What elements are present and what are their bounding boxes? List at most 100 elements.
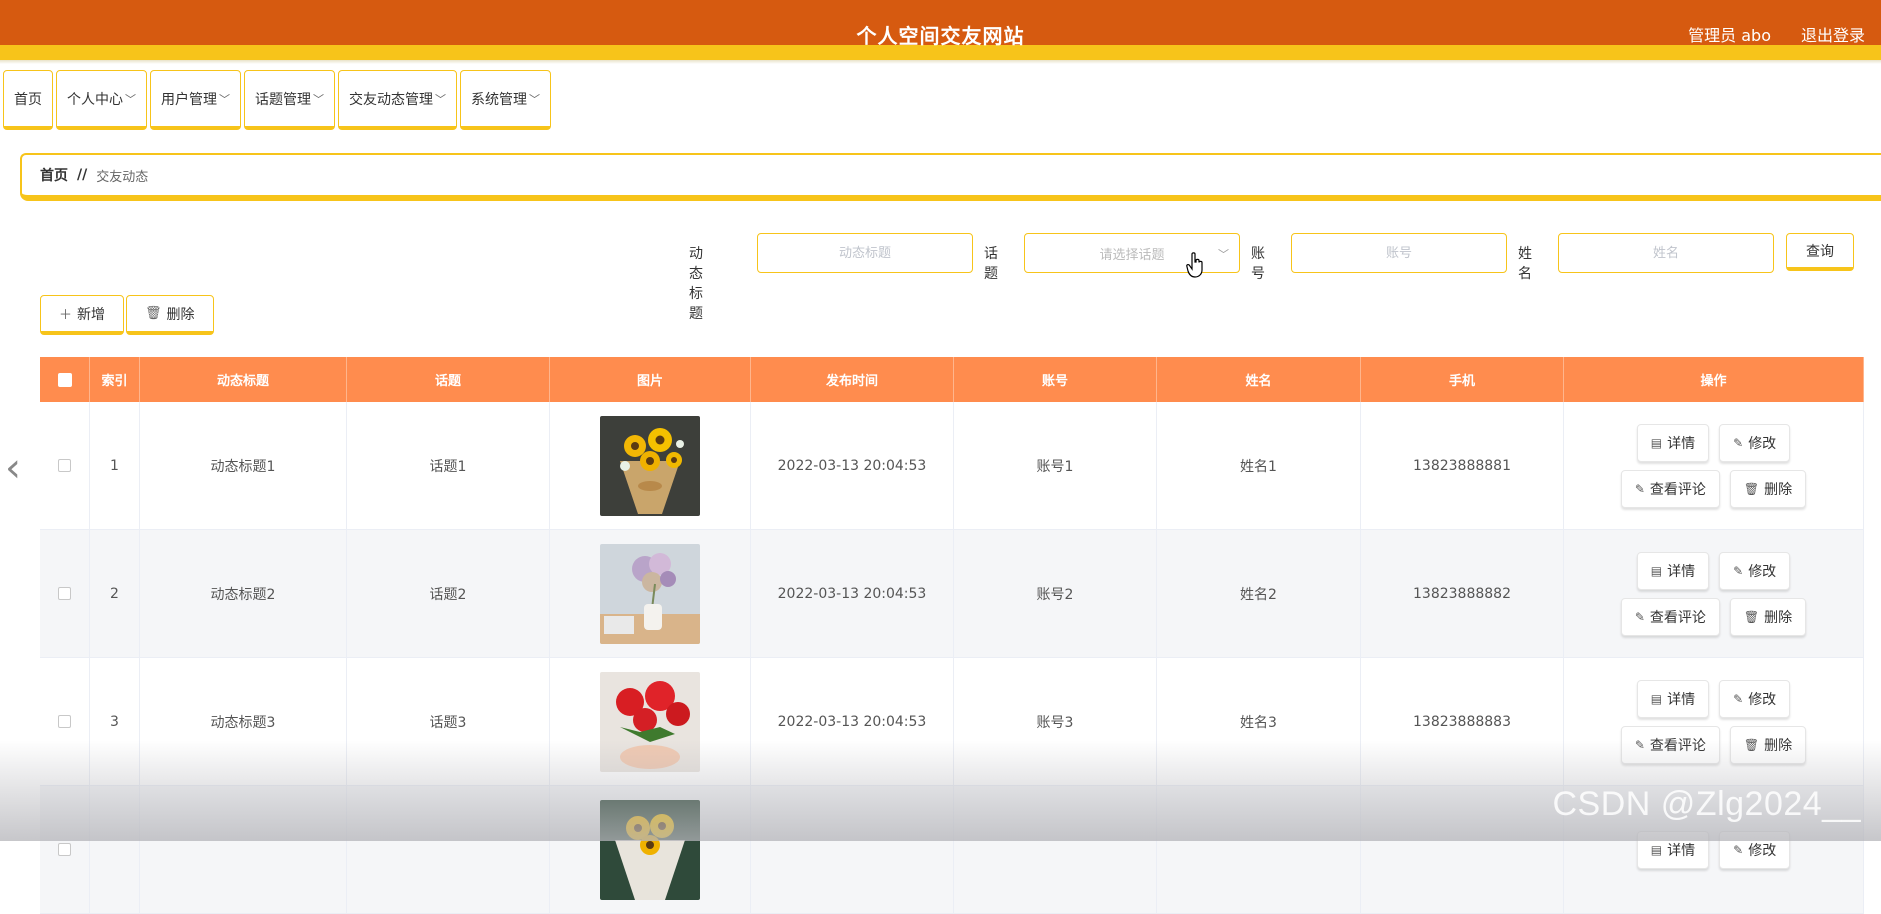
image-cell xyxy=(550,530,751,657)
topic-search-label: 话题 xyxy=(984,246,998,282)
phone-cell: 13823888881 xyxy=(1361,402,1564,529)
title-cell: 动态标题3 xyxy=(140,658,347,785)
column-header: 动态标题 xyxy=(140,357,347,402)
edit-button[interactable]: ✎ 修改 xyxy=(1719,679,1791,718)
title-search-field xyxy=(757,233,973,273)
column-header: 话题 xyxy=(347,357,550,402)
row-checkbox[interactable] xyxy=(58,587,71,600)
topic-cell: 话题2 xyxy=(347,530,550,657)
menu-item-system-management[interactable]: 系统管理 ﹀ xyxy=(460,70,551,130)
name-cell: 姓名2 xyxy=(1157,530,1361,657)
table-row: 3 动态标题3 话题3 2022-03-13 20:04:53 账号3 姓名3 … xyxy=(40,658,1864,786)
bulk-delete-button[interactable]: 🗑 删除 xyxy=(126,295,214,335)
name-cell xyxy=(1157,786,1361,913)
bulk-delete-label: 删除 xyxy=(166,306,195,323)
edit-button[interactable]: ✎ 修改 xyxy=(1719,423,1791,462)
account-search-input[interactable] xyxy=(1292,244,1506,262)
row-select-cell xyxy=(40,786,90,913)
document-icon: ▤ xyxy=(1650,563,1663,578)
view-comments-button[interactable]: ✎ 查看评论 xyxy=(1620,597,1720,636)
chevron-down-icon: ﹀ xyxy=(219,92,230,106)
row-checkbox[interactable] xyxy=(58,715,71,728)
select-all-checkbox[interactable] xyxy=(57,372,72,387)
trash-icon: 🗑 xyxy=(1743,609,1760,624)
index-cell: 1 xyxy=(90,402,140,529)
view-comments-button[interactable]: ✎ 查看评论 xyxy=(1620,469,1720,508)
breadcrumb-current: 交友动态 xyxy=(96,169,149,185)
detail-button[interactable]: ▤ 详情 xyxy=(1636,423,1710,462)
edit-label: 修改 xyxy=(1748,691,1777,708)
row-delete-button[interactable]: 🗑 删除 xyxy=(1729,469,1807,508)
account-cell: 账号2 xyxy=(954,530,1157,657)
logout-link[interactable]: 退出登录 xyxy=(1801,22,1865,46)
image-cell xyxy=(550,786,751,913)
index-cell: 2 xyxy=(90,530,140,657)
dried-flower-vase-image[interactable] xyxy=(600,543,700,644)
comments-label: 查看评论 xyxy=(1649,737,1706,754)
table-row: 1 动态标题1 话题1 2022-03-13 20:04:53 账号1 姓名1 … xyxy=(40,402,1864,530)
edit-label: 修改 xyxy=(1748,435,1777,452)
name-cell: 姓名3 xyxy=(1157,658,1361,785)
row-select-cell xyxy=(40,530,90,657)
operations-cell: ▤ 详情 ✎ 修改 ✎ 查看评论 🗑 删除 xyxy=(1564,530,1864,657)
trash-icon: 🗑 xyxy=(1743,737,1760,752)
edit-button[interactable]: ✎ 修改 xyxy=(1719,551,1791,590)
detail-label: 详情 xyxy=(1667,435,1696,452)
add-button[interactable]: ＋ 新增 xyxy=(40,295,125,335)
menu-item-topic-management[interactable]: 话题管理 ﹀ xyxy=(244,70,335,130)
chevron-down-icon: ﹀ xyxy=(125,92,136,106)
account-cell: 账号3 xyxy=(954,658,1157,785)
detail-label: 详情 xyxy=(1667,691,1696,708)
row-delete-button[interactable]: 🗑 删除 xyxy=(1729,725,1807,764)
detail-button[interactable]: ▤ 详情 xyxy=(1636,830,1710,869)
topic-cell: 话题3 xyxy=(347,658,550,785)
column-header: 账号 xyxy=(954,357,1157,402)
topic-select[interactable]: 请选择话题 ﹀ xyxy=(1024,233,1240,273)
row-delete-button[interactable]: 🗑 删除 xyxy=(1729,597,1807,636)
admin-username: 管理员 abo xyxy=(1688,26,1771,45)
name-search-field xyxy=(1558,233,1774,273)
breadcrumb: 首页 // 交友动态 xyxy=(20,153,1881,201)
edit-button[interactable]: ✎ 修改 xyxy=(1719,830,1791,869)
row-select-cell xyxy=(40,402,90,529)
detail-button[interactable]: ▤ 详情 xyxy=(1636,551,1710,590)
menu-item-user-management[interactable]: 用户管理 ﹀ xyxy=(150,70,241,130)
column-header: 图片 xyxy=(550,357,751,402)
time-cell: 2022-03-13 20:04:53 xyxy=(751,658,954,785)
operations-cell: ▤ 详情 ✎ 修改 ✎ 查看评论 🗑 删除 xyxy=(1564,402,1864,529)
trash-icon: 🗑 xyxy=(145,306,162,321)
query-button[interactable]: 查询 xyxy=(1786,233,1854,271)
sunflower-bouquet-image[interactable] xyxy=(600,415,700,516)
row-delete-label: 删除 xyxy=(1764,481,1793,498)
detail-button[interactable]: ▤ 详情 xyxy=(1636,679,1710,718)
pencil-icon: ✎ xyxy=(1634,481,1645,496)
phone-cell: 13823888882 xyxy=(1361,530,1564,657)
name-cell: 姓名1 xyxy=(1157,402,1361,529)
menu-item-personal-center[interactable]: 个人中心 ﹀ xyxy=(56,70,147,130)
row-checkbox[interactable] xyxy=(58,459,71,472)
breadcrumb-home[interactable]: 首页 xyxy=(40,165,68,185)
title-search-input[interactable] xyxy=(758,244,972,262)
select-all-cell xyxy=(40,357,90,402)
red-roses-image[interactable] xyxy=(600,671,700,772)
bulk-actions: ＋ 新增 🗑 删除 xyxy=(40,295,216,335)
name-search-input[interactable] xyxy=(1559,244,1773,262)
view-comments-button[interactable]: ✎ 查看评论 xyxy=(1620,725,1720,764)
menu-item-home[interactable]: 首页 xyxy=(3,70,53,130)
account-search-field xyxy=(1291,233,1507,273)
document-icon: ▤ xyxy=(1650,435,1663,450)
account-cell: 账号1 xyxy=(954,402,1157,529)
chevron-left-icon[interactable]: ‹ xyxy=(5,448,21,488)
title-search-label: 动态标题 xyxy=(689,246,703,322)
comments-label: 查看评论 xyxy=(1649,481,1706,498)
menu-label: 交友动态管理 xyxy=(349,91,433,108)
menu-label: 首页 xyxy=(14,91,42,108)
sunflower-bouquet-image[interactable] xyxy=(600,799,700,900)
chevron-down-icon: ﹀ xyxy=(1218,248,1229,261)
menu-item-feed-management[interactable]: 交友动态管理 ﹀ xyxy=(338,70,457,130)
row-checkbox[interactable] xyxy=(58,843,71,856)
topic-select-placeholder: 请选择话题 xyxy=(1099,247,1165,263)
account-search-label: 账号 xyxy=(1251,246,1265,282)
account-cell xyxy=(954,786,1157,913)
name-search-label: 姓名 xyxy=(1518,246,1532,282)
